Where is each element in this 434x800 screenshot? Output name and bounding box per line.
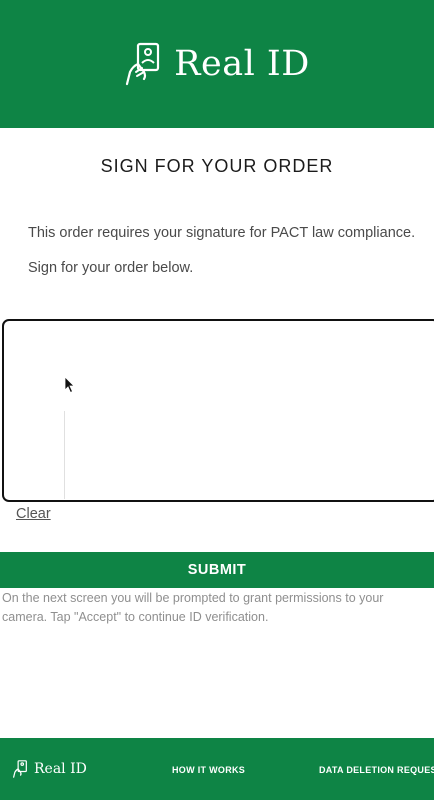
brand-name: Real ID (174, 44, 310, 84)
clear-signature-link[interactable]: Clear (16, 506, 51, 522)
header-bar: Real ID (0, 0, 434, 128)
brand-logo: Real ID (124, 42, 310, 86)
sign-instruction: Sign for your order below. (28, 260, 194, 276)
camera-permission-note: On the next screen you will be prompted … (2, 591, 384, 624)
id-card-hand-icon (126, 42, 160, 86)
signature-stroke (64, 411, 65, 499)
order-description: This order requires your signature for P… (28, 225, 416, 241)
footer: Real ID HOW IT WORKS DATA DELETION REQUE… (0, 738, 434, 800)
footer-brand-name: Real ID (34, 761, 87, 777)
mouse-cursor-icon (64, 376, 75, 394)
signature-pad[interactable] (2, 319, 434, 502)
footer-link-how-it-works[interactable]: HOW IT WORKS (172, 765, 245, 775)
footer-link-data-deletion[interactable]: DATA DELETION REQUESTS (319, 765, 434, 775)
id-card-hand-icon (13, 760, 27, 778)
footer-brand[interactable]: Real ID (12, 760, 87, 778)
submit-button[interactable]: SUBMIT (0, 552, 434, 588)
page-title: SIGN FOR YOUR ORDER (100, 156, 334, 176)
